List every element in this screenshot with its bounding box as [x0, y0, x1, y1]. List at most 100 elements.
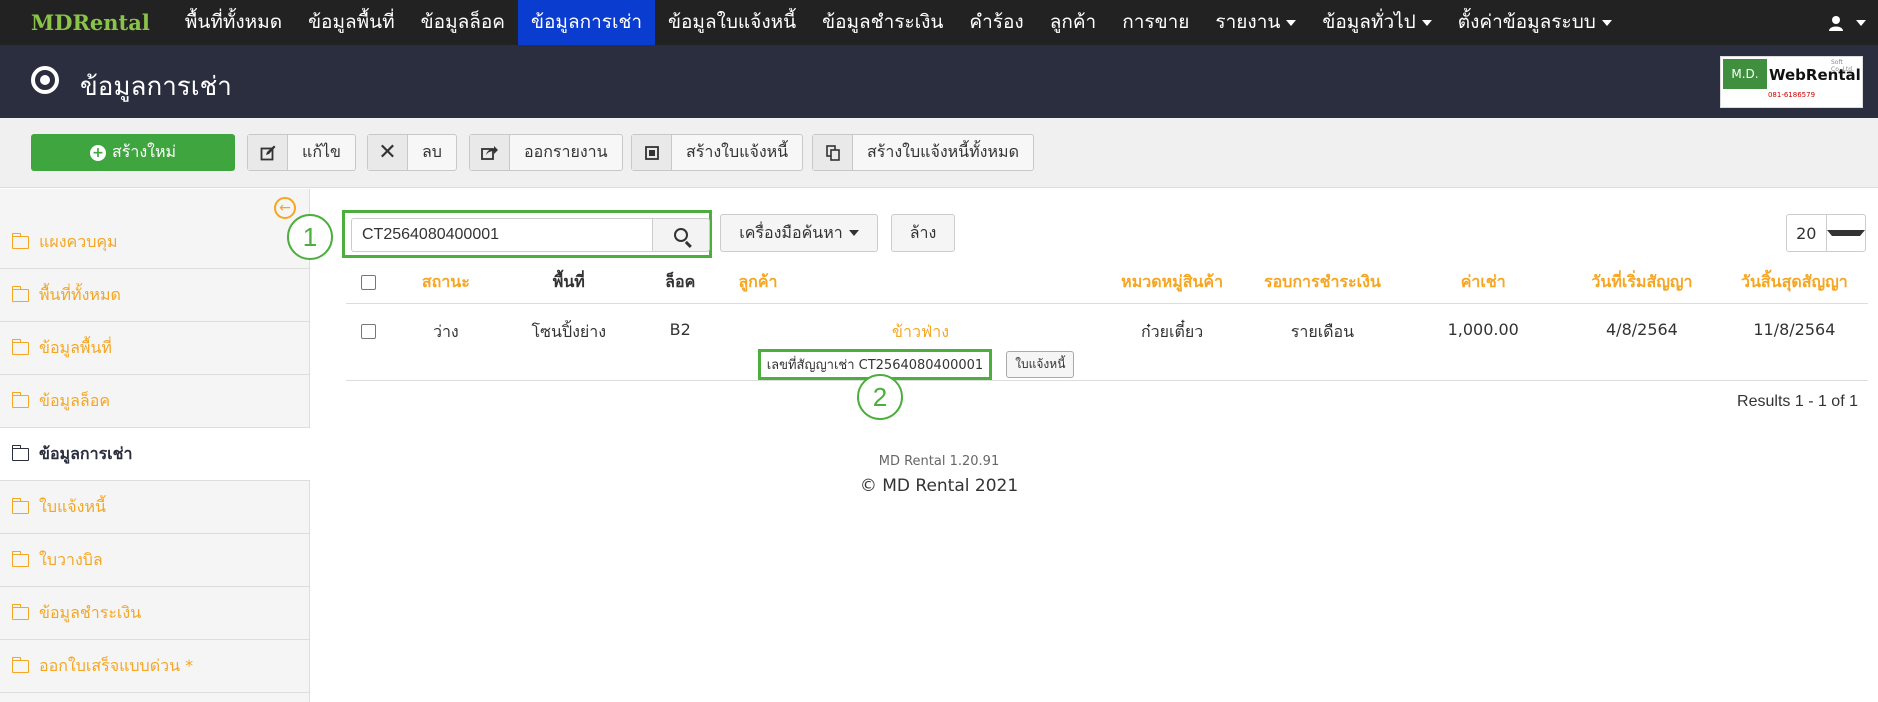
delete-label: ลบ: [422, 142, 442, 161]
nav-label: ข้อมูลการเช่า: [531, 11, 643, 33]
col-start-date[interactable]: วันที่เริ่มสัญญา: [1563, 263, 1721, 304]
create-invoice-button[interactable]: สร้างใบแจ้งหนี้: [631, 134, 804, 171]
sidebar-item-payment-info[interactable]: ข้อมูลชำระเงิน: [0, 587, 310, 640]
caret-down-icon: [1826, 230, 1865, 236]
create-all-invoices-button[interactable]: สร้างใบแจ้งหนี้ทั้งหมด: [812, 134, 1034, 171]
nav-reports-dropdown[interactable]: รายงาน: [1202, 0, 1309, 45]
rental-table: สถานะ พื้นที่ ล็อค ลูกค้า หมวดหมู่สินค้า…: [346, 263, 1868, 381]
sidebar-item-label: พื้นที่ทั้งหมด: [39, 284, 121, 304]
search-button[interactable]: [652, 218, 710, 252]
top-navbar: MDRental พื้นที่ทั้งหมด ข้อมูลพื้นที่ ข้…: [0, 0, 1878, 45]
col-status[interactable]: สถานะ: [390, 263, 502, 304]
contract-line: เลขที่สัญญาเช่า CT2564080400001 ใบแจ้งหนี…: [729, 345, 1102, 380]
cell-lock: B2: [636, 303, 725, 381]
sidebar-item-billing[interactable]: ใบวางบิล: [0, 534, 310, 587]
nav-settings-dropdown[interactable]: ตั้งค่าข้อมูลระบบ: [1445, 0, 1625, 45]
nav-label: ข้อมูลทั่วไป: [1322, 11, 1416, 33]
search-tools-dropdown[interactable]: เครื่องมือค้นหา: [720, 214, 878, 252]
folder-icon: [11, 656, 29, 673]
search-icon: [674, 228, 688, 242]
folder-icon: [11, 285, 29, 302]
sidebar-item-quick-receipt[interactable]: ออกใบเสร็จแบบด่วน *: [0, 640, 310, 693]
col-rent[interactable]: ค่าเช่า: [1403, 263, 1564, 304]
clear-button[interactable]: ล้าง: [891, 214, 955, 252]
sidebar-item-label: ใบแจ้งหนี้: [39, 496, 106, 516]
create-new-label: สร้างใหม่: [111, 142, 177, 161]
action-toolbar: + สร้างใหม่ แก้ไข ✕ ลบ ออกรายงาน สร้างใบ…: [0, 118, 1878, 188]
sidebar-item-label: ใบวางบิล: [39, 549, 103, 569]
sidebar-item-all-areas[interactable]: พื้นที่ทั้งหมด: [0, 269, 310, 322]
create-invoice-label: สร้างใบแจ้งหนี้: [686, 142, 789, 161]
cell-start-date: 4/8/2564: [1563, 303, 1721, 381]
nav-payment-info[interactable]: ข้อมูลชำระเงิน: [809, 0, 956, 45]
sidebar-item-label: ข้อมูลล็อค: [39, 390, 111, 410]
caret-down-icon: [1601, 19, 1612, 26]
nav-label: คำร้อง: [969, 11, 1024, 33]
copy-icon: [813, 135, 853, 170]
nav-requests[interactable]: คำร้อง: [956, 0, 1036, 45]
invoice-button[interactable]: ใบแจ้งหนี้: [1006, 350, 1075, 378]
nav-area-info[interactable]: ข้อมูลพื้นที่: [295, 0, 408, 45]
page-size-select[interactable]: 20: [1786, 214, 1866, 252]
page-size-value: 20: [1796, 223, 1817, 243]
clear-label: ล้าง: [909, 222, 937, 242]
folder-icon: [11, 232, 29, 249]
nav-all-areas[interactable]: พื้นที่ทั้งหมด: [172, 0, 295, 45]
folder-icon: [11, 603, 29, 620]
caret-down-icon: [848, 230, 859, 236]
nav-label: ตั้งค่าข้อมูลระบบ: [1457, 11, 1596, 33]
table-row[interactable]: ว่าง โซนปิ้งย่าง B2 ข้าวฟ่าง เลขที่สัญญา…: [346, 303, 1868, 381]
folder-icon: [11, 497, 29, 514]
create-new-button[interactable]: + สร้างใหม่: [31, 134, 235, 171]
customer-link[interactable]: ข้าวฟ่าง: [738, 320, 1102, 345]
sidebar-item-label: ข้อมูลชำระเงิน: [39, 602, 142, 622]
callout-1: 1: [287, 214, 333, 260]
row-select-cell: [346, 303, 391, 381]
cell-payment-cycle: รายเดือน: [1241, 303, 1404, 381]
share-export-icon: [470, 135, 510, 170]
page-title: ข้อมูลการเช่า: [80, 72, 232, 102]
row-checkbox[interactable]: [360, 323, 376, 339]
brand-logo[interactable]: MDRental: [0, 0, 172, 45]
edit-icon: [248, 135, 288, 170]
nav-label: ข้อมูลล็อค: [420, 11, 506, 33]
export-report-button[interactable]: ออกรายงาน: [469, 134, 623, 171]
sidebar-item-dashboard[interactable]: แผงควบคุม: [0, 216, 310, 269]
col-category[interactable]: หมวดหมู่สินค้า: [1102, 263, 1242, 304]
cell-end-date: 11/8/2564: [1720, 303, 1868, 381]
caret-down-icon: [1286, 19, 1297, 26]
caret-down-icon: [1856, 19, 1866, 26]
cell-customer: ข้าวฟ่าง เลขที่สัญญาเช่า CT2564080400001…: [724, 303, 1103, 381]
search-highlight: [342, 210, 712, 258]
col-area[interactable]: พื้นที่: [501, 263, 637, 304]
nav-label: รายงาน: [1215, 11, 1281, 33]
invoice-square-icon: [632, 135, 672, 170]
plus-circle-icon: +: [89, 144, 106, 161]
select-all-checkbox[interactable]: [360, 275, 376, 291]
sidebar-item-area-info[interactable]: ข้อมูลพื้นที่: [0, 322, 310, 375]
col-payment-cycle[interactable]: รอบการชำระเงิน: [1241, 263, 1404, 304]
nav-label: ข้อมูลชำระเงิน: [822, 11, 944, 33]
search-input[interactable]: [351, 218, 653, 252]
nav-general-dropdown[interactable]: ข้อมูลทั่วไป: [1309, 0, 1444, 45]
nav-customers[interactable]: ลูกค้า: [1037, 0, 1110, 45]
nav-invoice-info[interactable]: ข้อมูลใบแจ้งหนี้: [655, 0, 809, 45]
page-size-toggle[interactable]: [1825, 215, 1865, 251]
sidebar-item-lock-info[interactable]: ข้อมูลล็อค: [0, 375, 310, 428]
nav-sales[interactable]: การขาย: [1109, 0, 1202, 45]
nav-label: พื้นที่ทั้งหมด: [184, 11, 283, 33]
app-version: MD Rental 1.20.91: [878, 454, 1000, 469]
delete-button[interactable]: ✕ ลบ: [367, 134, 457, 171]
nav-lock-info[interactable]: ข้อมูลล็อค: [408, 0, 518, 45]
results-count: Results 1 - 1 of 1: [1737, 393, 1858, 410]
sidebar: ← แผงควบคุม พื้นที่ทั้งหมด ข้อมูลพื้นที่…: [0, 189, 310, 702]
user-menu[interactable]: [1828, 0, 1866, 45]
col-lock[interactable]: ล็อค: [636, 263, 725, 304]
nav-label: การขาย: [1122, 11, 1190, 33]
nav-rental-info[interactable]: ข้อมูลการเช่า: [518, 0, 656, 45]
col-customer[interactable]: ลูกค้า: [724, 263, 1103, 304]
edit-button[interactable]: แก้ไข: [247, 134, 356, 171]
cell-category: ก๋วยเตี๋ยว: [1102, 303, 1242, 381]
col-end-date[interactable]: วันสิ้นสุดสัญญา: [1720, 263, 1868, 304]
caret-down-icon: [1421, 19, 1432, 26]
